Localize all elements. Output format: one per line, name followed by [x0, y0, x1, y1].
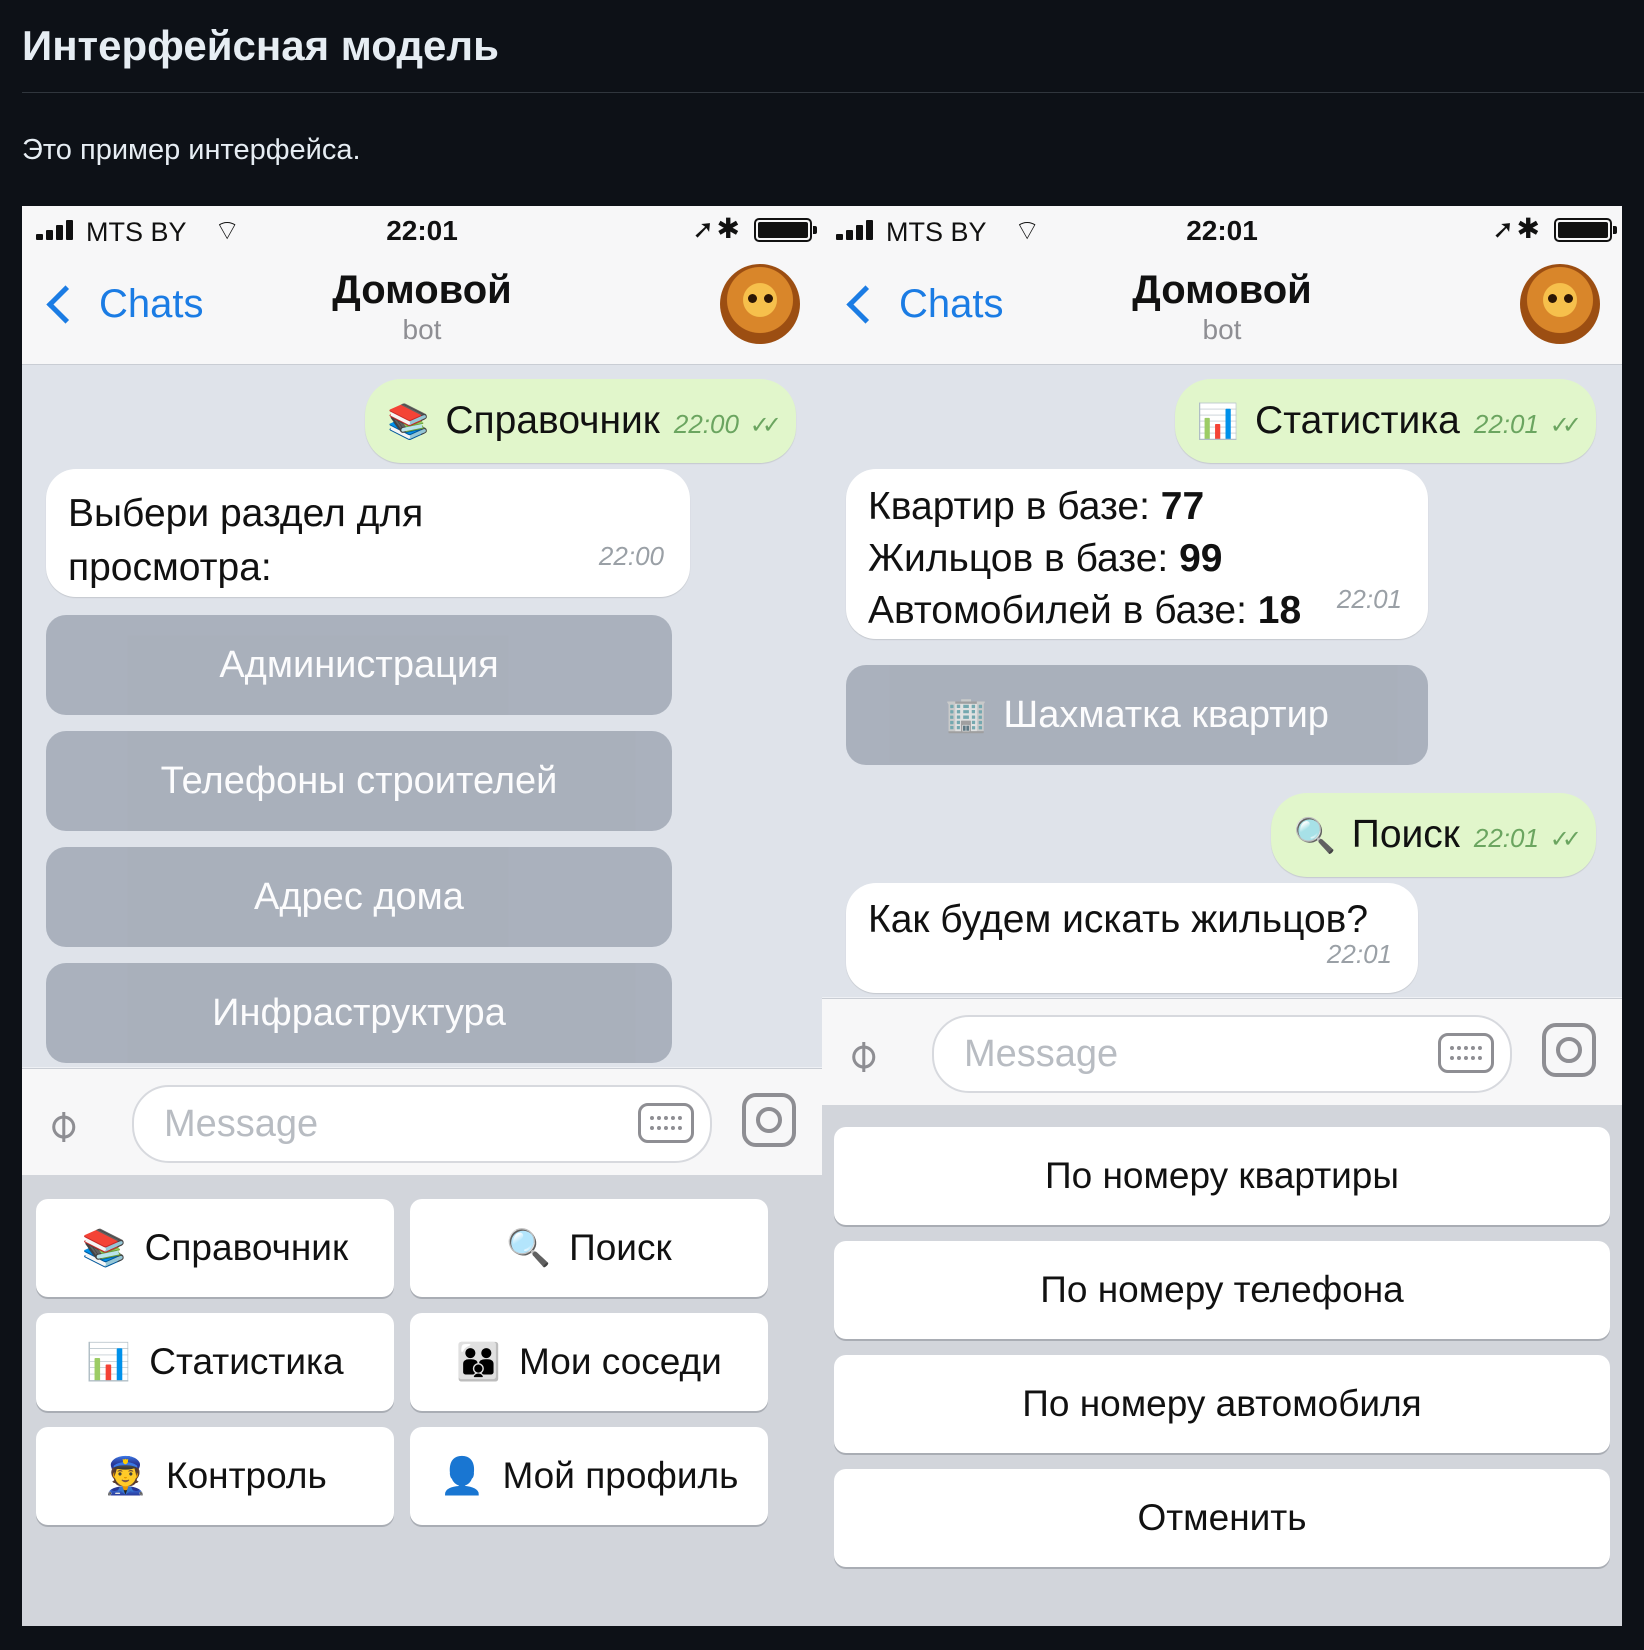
books-icon: 📚: [387, 403, 430, 441]
key-neighbors[interactable]: 👪 Мои соседи: [410, 1313, 768, 1411]
message-input-bar: ⌀ Message: [822, 998, 1622, 1105]
message-time: 22:00: [598, 541, 664, 571]
family-icon: 👪: [456, 1341, 502, 1382]
chat-subtitle: bot: [402, 314, 442, 345]
keyboard-icon[interactable]: [638, 1103, 694, 1143]
inline-button-apartment-grid[interactable]: 🏢 Шахматка квартир: [846, 665, 1428, 765]
message-time: 22:01: [1326, 939, 1392, 969]
status-bar: MTS BY ⌔ 22:01 ➚ ✱: [22, 206, 822, 254]
key-cancel[interactable]: Отменить: [834, 1469, 1610, 1567]
key-label: Контроль: [166, 1455, 327, 1496]
books-icon: 📚: [81, 1227, 127, 1268]
key-statistics[interactable]: 📊 Статистика: [36, 1313, 394, 1411]
chat-messages[interactable]: 📚 Справочник 22:00 ✓✓ Выбери раздел для пр…: [22, 365, 822, 1067]
message-placeholder: Message: [964, 1033, 1119, 1075]
bluetooth-icon: ✱: [1516, 213, 1540, 244]
key-label: Статистика: [149, 1341, 344, 1382]
key-control[interactable]: 👮 Контроль: [36, 1427, 394, 1525]
page-title: Интерфейсная модель: [22, 22, 499, 69]
stat-apartments: Квартир в базе: 77: [868, 481, 1406, 533]
chat-title[interactable]: Домовой: [22, 268, 822, 313]
message-time: 22:01: [1473, 823, 1539, 853]
inline-button-house-address[interactable]: Адрес дома: [46, 847, 672, 947]
key-label: Мой профиль: [502, 1455, 739, 1496]
page-intro: Это пример интерфейса.: [22, 134, 361, 166]
key-my-profile[interactable]: 👤 Мой профиль: [410, 1427, 768, 1525]
police-officer-icon: 👮: [103, 1455, 149, 1496]
battery-icon: [1554, 218, 1617, 242]
message-text-line: просмотра:: [68, 546, 272, 589]
stat-label: Квартир в базе:: [868, 485, 1150, 528]
double-check-icon: ✓✓: [1549, 826, 1582, 853]
user-icon: 👤: [439, 1455, 485, 1496]
inline-button-administration[interactable]: Администрация: [46, 615, 672, 715]
key-label: Поиск: [569, 1227, 672, 1268]
key-by-car-number[interactable]: По номеру автомобиля: [834, 1355, 1610, 1453]
stat-value: 18: [1257, 589, 1302, 632]
message-text-line: Выбери раздел для: [68, 492, 424, 535]
message-outgoing: 📚 Справочник 22:00 ✓✓: [365, 379, 796, 463]
bot-avatar[interactable]: [720, 264, 800, 344]
message-incoming: Выбери раздел для просмотра: 22:00: [46, 469, 690, 597]
inline-button-infrastructure[interactable]: Инфраструктура: [46, 963, 672, 1063]
message-time: 22:01: [1473, 409, 1539, 439]
chat-title[interactable]: Домовой: [822, 268, 1622, 313]
stat-label: Автомобилей в базе:: [868, 589, 1247, 632]
inline-button-label: Шахматка квартир: [1003, 693, 1329, 736]
message-statistics: Квартир в базе: 77 Жильцов в базе: 99 Ав…: [846, 469, 1428, 639]
message-time: 22:00: [673, 409, 739, 439]
title-divider: [22, 92, 1644, 93]
stat-cars: Автомобилей в базе: 18: [868, 585, 1406, 637]
message-time: 22:01: [1336, 584, 1402, 614]
bluetooth-icon: ✱: [716, 213, 740, 244]
battery-icon: [754, 218, 817, 242]
chat-subtitle: bot: [1202, 314, 1242, 345]
message-input-bar: ⌀ Message: [22, 1068, 822, 1175]
message-input[interactable]: Message: [932, 1015, 1512, 1093]
key-by-phone-number[interactable]: По номеру телефона: [834, 1241, 1610, 1339]
message-input[interactable]: Message: [132, 1085, 712, 1163]
message-outgoing: 📊 Статистика 22:01 ✓✓: [1174, 379, 1596, 463]
chat-header: Chats Домовой bot: [22, 254, 822, 365]
stat-residents: Жильцов в базе: 99: [868, 533, 1406, 585]
key-search[interactable]: 🔍 Поиск: [410, 1199, 768, 1297]
bot-avatar[interactable]: [1520, 264, 1600, 344]
bot-keyboard: По номеру квартиры По номеру телефона По…: [822, 1105, 1622, 1626]
bot-keyboard: 📚 Справочник 🔍 Поиск 📊 Статистика 👪 Мои сосе…: [22, 1175, 822, 1626]
key-label: Справочник: [144, 1227, 349, 1268]
location-arrow-icon: ➚: [692, 214, 714, 244]
location-arrow-icon: ➚: [1492, 214, 1514, 244]
magnifier-icon: 🔍: [1293, 817, 1336, 855]
message-text: Поиск: [1351, 813, 1460, 856]
message-placeholder: Message: [164, 1103, 319, 1145]
status-bar: MTS BY ⌔ 22:01 ➚ ✱: [822, 206, 1622, 254]
magnifier-icon: 🔍: [506, 1227, 552, 1268]
key-reference[interactable]: 📚 Справочник: [36, 1199, 394, 1297]
keyboard-icon[interactable]: [1438, 1033, 1494, 1073]
chat-messages[interactable]: 📊 Статистика 22:01 ✓✓ Квартир в базе: 77 Ж…: [822, 365, 1622, 997]
paperclip-icon[interactable]: ⌀: [34, 1097, 89, 1152]
message-outgoing: 🔍 Поиск 22:01 ✓✓: [1271, 793, 1596, 877]
message-text: Справочник: [445, 399, 660, 442]
camera-icon[interactable]: [742, 1093, 796, 1147]
stat-value: 77: [1160, 485, 1205, 528]
message-incoming: Как будем искать жильцов? 22:01: [846, 883, 1418, 993]
message-text: Как будем искать жильцов?: [868, 898, 1369, 941]
stat-label: Жильцов в базе:: [868, 537, 1169, 580]
stat-value: 99: [1179, 537, 1223, 580]
bar-chart-icon: 📊: [86, 1341, 132, 1382]
chat-header: Chats Домовой bot: [822, 254, 1622, 365]
phone-screenshot-right: MTS BY ⌔ 22:01 ➚ ✱ Chats Домовой bot 📊 Ст…: [822, 206, 1622, 1626]
double-check-icon: ✓✓: [749, 412, 782, 439]
camera-icon[interactable]: [1542, 1023, 1596, 1077]
phone-screenshot-left: MTS BY ⌔ 22:01 ➚ ✱ Chats Домовой bot 📚 Сп…: [22, 206, 822, 1626]
double-check-icon: ✓✓: [1549, 412, 1582, 439]
message-text: Статистика: [1255, 399, 1460, 442]
paperclip-icon[interactable]: ⌀: [834, 1027, 889, 1082]
inline-button-builders-phones[interactable]: Телефоны строителей: [46, 731, 672, 831]
bar-chart-icon: 📊: [1196, 403, 1240, 441]
key-by-apartment-number[interactable]: По номеру квартиры: [834, 1127, 1610, 1225]
key-label: Мои соседи: [519, 1341, 722, 1382]
office-building-icon: 🏢: [945, 696, 988, 734]
